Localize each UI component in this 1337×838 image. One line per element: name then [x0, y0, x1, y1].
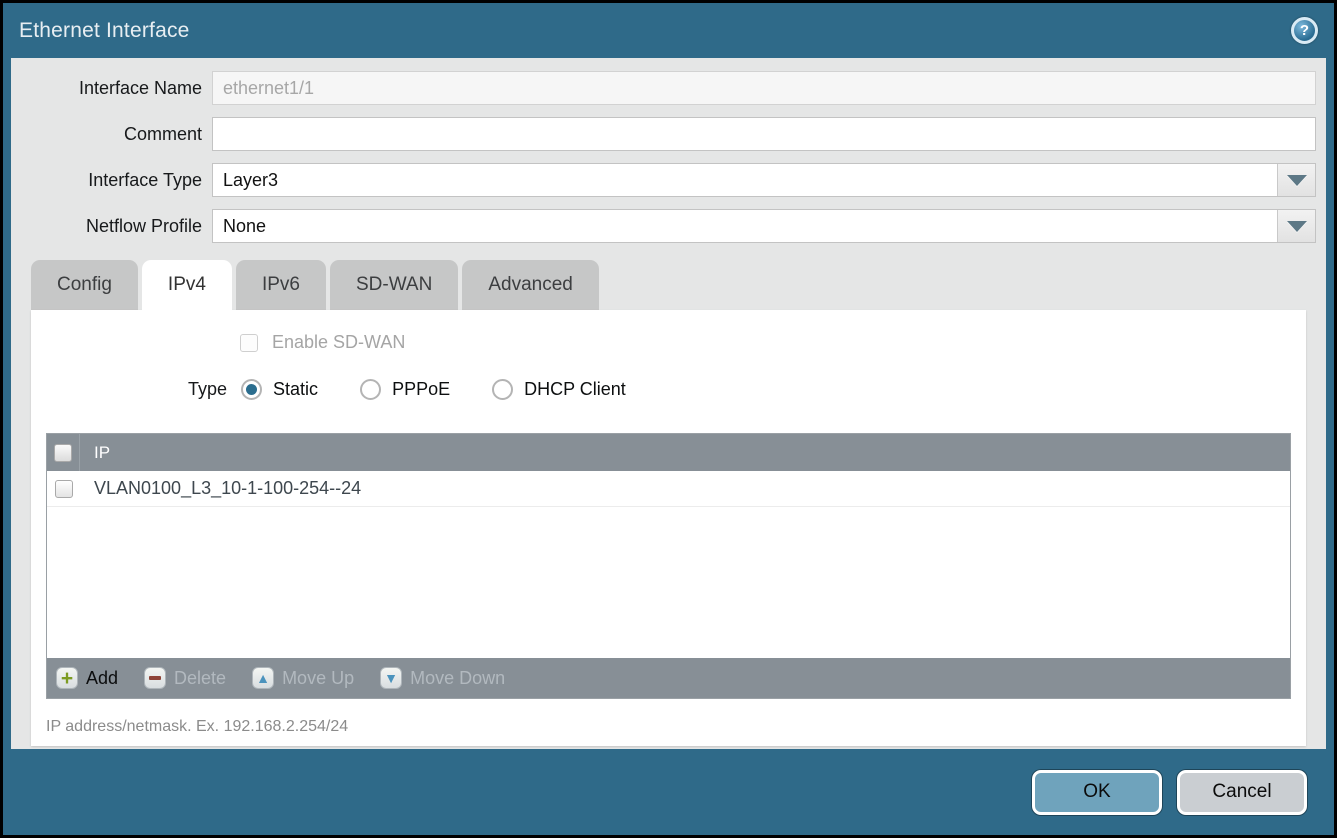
ip-format-hint: IP address/netmask. Ex. 192.168.2.254/24: [46, 718, 348, 736]
delete-button[interactable]: Delete: [144, 667, 226, 689]
table-row[interactable]: VLAN0100_L3_10-1-100-254--24: [47, 471, 1290, 507]
minus-icon: [144, 667, 166, 689]
interface-type-label: Interface Type: [21, 170, 212, 191]
radio-option-pppoe[interactable]: PPPoE: [360, 379, 450, 400]
tab-bar: Config IPv4 IPv6 SD-WAN Advanced: [31, 260, 1316, 310]
netflow-profile-dropdown-button[interactable]: [1277, 210, 1315, 242]
comment-label: Comment: [21, 124, 212, 145]
ipv4-tab-panel: Enable SD-WAN Type Static PPPoE DHCP Cli…: [31, 310, 1306, 746]
radio-dhcp-client[interactable]: [492, 379, 513, 400]
radio-option-static[interactable]: Static: [241, 379, 318, 400]
netflow-profile-row: Netflow Profile None: [21, 209, 1316, 243]
ok-button[interactable]: OK: [1032, 770, 1162, 815]
interface-type-row: Interface Type Layer3: [21, 163, 1316, 197]
help-icon[interactable]: ?: [1291, 17, 1318, 44]
chevron-down-icon: [1287, 221, 1307, 232]
netflow-profile-label: Netflow Profile: [21, 216, 212, 237]
add-button[interactable]: + Add: [56, 667, 118, 689]
ip-table-header: IP: [47, 434, 1290, 471]
netflow-profile-value: None: [213, 210, 1277, 242]
comment-field[interactable]: [212, 117, 1316, 151]
interface-type-dropdown-button[interactable]: [1277, 164, 1315, 196]
arrow-up-icon: ▲: [252, 667, 274, 689]
radio-option-dhcp-client[interactable]: DHCP Client: [492, 379, 626, 400]
tab-ipv6[interactable]: IPv6: [236, 260, 326, 310]
enable-sdwan-row: Enable SD-WAN: [31, 310, 1306, 353]
dialog-footer: OK Cancel: [11, 749, 1326, 835]
row-checkbox[interactable]: [55, 480, 73, 498]
ethernet-interface-dialog: Ethernet Interface ? Interface Name Comm…: [0, 0, 1337, 838]
tab-advanced[interactable]: Advanced: [462, 260, 599, 310]
tab-ipv4[interactable]: IPv4: [142, 260, 232, 310]
plus-icon: +: [56, 667, 78, 689]
dialog-body: Interface Name Comment Interface Type La…: [11, 58, 1326, 749]
table-empty-area: [47, 507, 1290, 658]
tab-config[interactable]: Config: [31, 260, 138, 310]
interface-name-field: [212, 71, 1316, 105]
table-toolbar: + Add Delete ▲ Move Up ▼ Move Down: [47, 658, 1290, 698]
netflow-profile-dropdown[interactable]: None: [212, 209, 1316, 243]
ip-table: IP VLAN0100_L3_10-1-100-254--24 + Add: [46, 433, 1291, 699]
radio-pppoe[interactable]: [360, 379, 381, 400]
move-up-button[interactable]: ▲ Move Up: [252, 667, 354, 689]
dialog-title: Ethernet Interface: [19, 19, 190, 43]
radio-dhcp-client-label: DHCP Client: [524, 379, 626, 400]
interface-type-value: Layer3: [213, 164, 1277, 196]
move-down-button[interactable]: ▼ Move Down: [380, 667, 505, 689]
radio-pppoe-label: PPPoE: [392, 379, 450, 400]
comment-row: Comment: [21, 117, 1316, 151]
enable-sdwan-checkbox[interactable]: [240, 334, 258, 352]
enable-sdwan-label: Enable SD-WAN: [272, 332, 405, 353]
select-all-checkbox[interactable]: [54, 444, 72, 462]
arrow-down-icon: ▼: [380, 667, 402, 689]
tab-sdwan[interactable]: SD-WAN: [330, 260, 458, 310]
interface-type-dropdown[interactable]: Layer3: [212, 163, 1316, 197]
interface-name-label: Interface Name: [21, 78, 212, 99]
ip-cell-value[interactable]: VLAN0100_L3_10-1-100-254--24: [80, 478, 361, 499]
ip-column-header: IP: [80, 443, 110, 463]
type-label: Type: [188, 379, 227, 400]
interface-name-row: Interface Name: [21, 71, 1316, 105]
radio-static-label: Static: [273, 379, 318, 400]
chevron-down-icon: [1287, 175, 1307, 186]
type-row: Type Static PPPoE DHCP Client: [188, 379, 1306, 400]
dialog-titlebar: Ethernet Interface ?: [11, 3, 1326, 58]
radio-static[interactable]: [241, 379, 262, 400]
cancel-button[interactable]: Cancel: [1177, 770, 1307, 815]
